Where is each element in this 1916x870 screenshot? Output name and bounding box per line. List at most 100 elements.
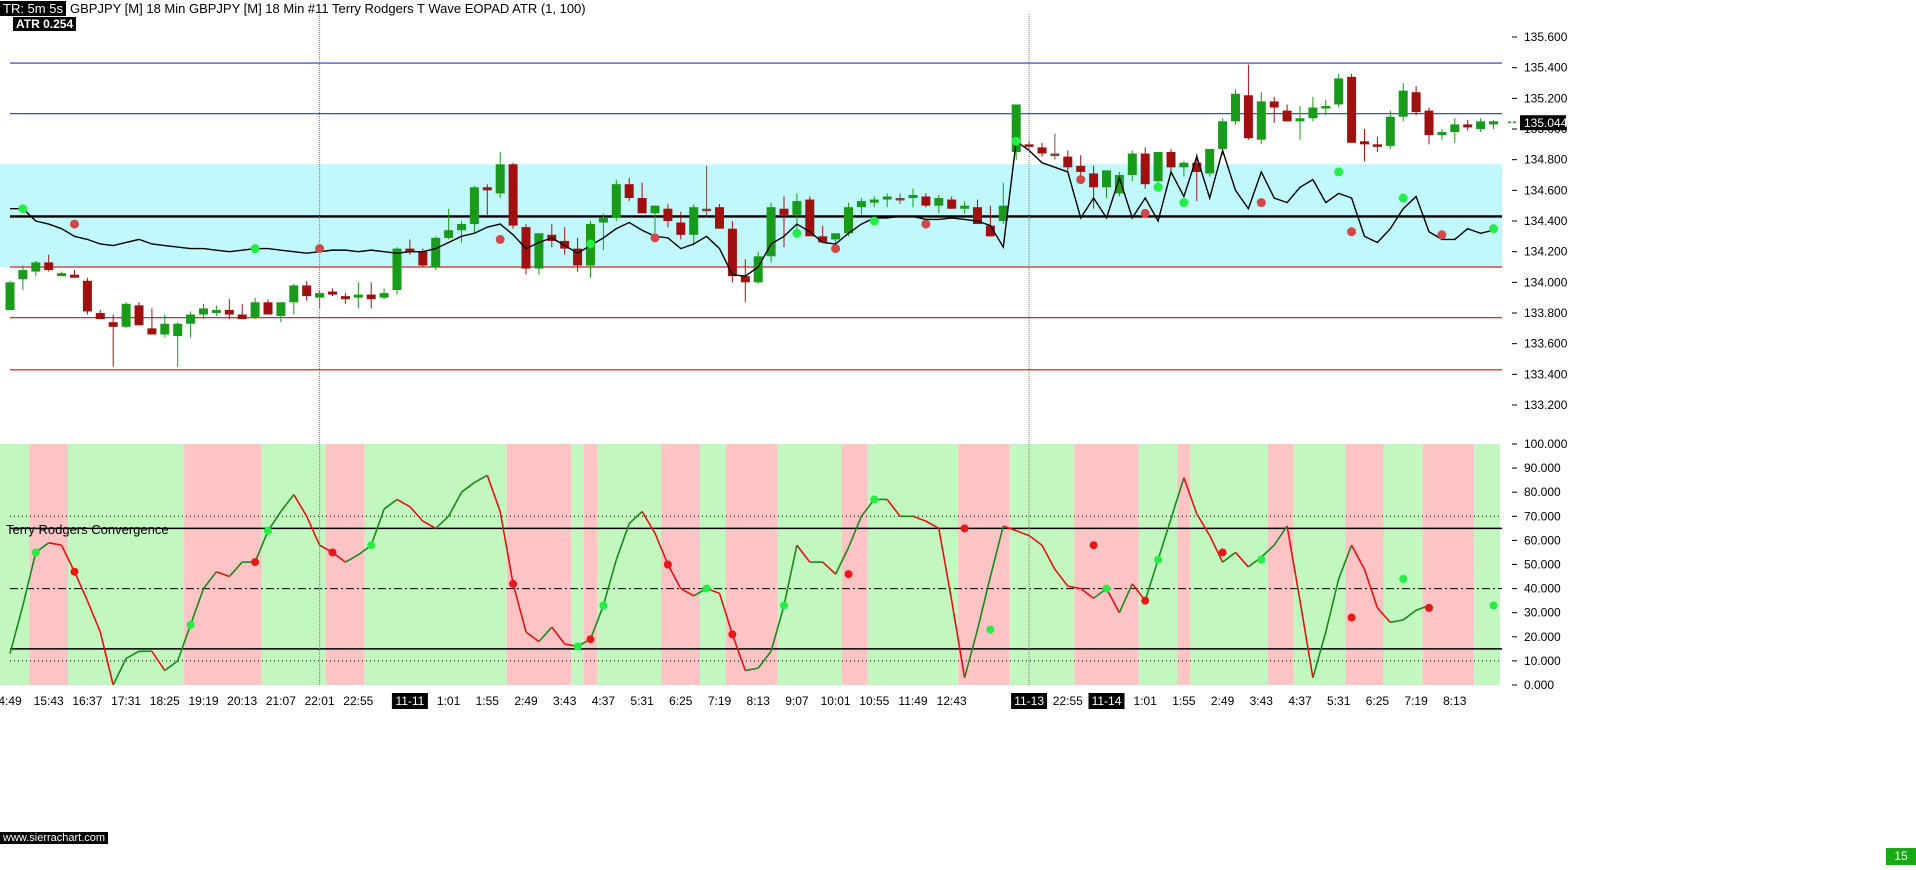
- candle: [1360, 129, 1369, 162]
- convergence-sell-marker: [663, 560, 672, 569]
- convergence-sell-marker: [70, 567, 79, 576]
- candle-body: [676, 222, 686, 235]
- convergence-tick-label: 10.000: [1524, 654, 1561, 668]
- time-tick-label: 2:49: [1211, 694, 1235, 708]
- candle-body: [173, 323, 183, 336]
- time-tick-label: 5:31: [1327, 694, 1351, 708]
- candle-body: [392, 248, 402, 290]
- convergence-sell-marker: [1141, 596, 1150, 605]
- candle: [611, 179, 621, 221]
- buy-marker: [869, 216, 879, 226]
- candle-body: [1450, 124, 1460, 133]
- time-tick-label: 11-11: [395, 694, 424, 708]
- candle-body: [1153, 152, 1163, 182]
- convergence-buy-marker: [573, 642, 582, 651]
- candle-body: [250, 302, 260, 318]
- time-tick-label: 4:37: [1288, 694, 1312, 708]
- candle: [302, 280, 312, 301]
- convergence-buy-marker: [1257, 555, 1266, 564]
- convergence-tick-label: 80.000: [1524, 485, 1561, 499]
- buy-marker: [1011, 136, 1021, 146]
- candle-body: [482, 187, 492, 191]
- candle: [237, 303, 247, 320]
- candle: [211, 305, 221, 317]
- convergence-tick-label: 90.000: [1524, 461, 1561, 475]
- candle: [1308, 96, 1318, 122]
- candle: [173, 322, 183, 367]
- candle-body: [44, 262, 54, 271]
- candle-body: [353, 294, 363, 298]
- convergence-tick-label: 20.000: [1524, 630, 1561, 644]
- sell-marker: [921, 219, 931, 229]
- sell-marker: [650, 233, 660, 243]
- candle-body: [1437, 132, 1447, 136]
- candle-body: [1089, 173, 1099, 188]
- price-tick-label: 134.400: [1524, 214, 1568, 228]
- candle: [392, 247, 402, 295]
- time-tick-label: 8:13: [1443, 694, 1467, 708]
- candle-body: [199, 308, 208, 315]
- candle-body: [1140, 153, 1150, 185]
- candle-body: [740, 276, 750, 283]
- subgraph-title: Terry Rodgers Convergence: [6, 522, 169, 537]
- candle-body: [108, 322, 118, 327]
- convergence-sell-marker: [328, 548, 337, 557]
- time-tick-label: 20:13: [227, 694, 257, 708]
- time-tick-label: 4:49: [0, 694, 22, 708]
- candle: [1269, 96, 1279, 123]
- candle: [1372, 136, 1382, 152]
- price-tick-label: 134.000: [1524, 275, 1568, 289]
- candle-body: [702, 208, 712, 212]
- candle-body: [1489, 121, 1498, 125]
- candle-body: [31, 262, 41, 272]
- candle-body: [1076, 165, 1086, 172]
- convergence-axis: 100.000 90.000 80.000 70.000 60.000 50.000 40.…: [1512, 437, 1568, 692]
- candle: [1437, 129, 1447, 140]
- candle: [366, 282, 376, 309]
- time-tick-label: 2:49: [514, 694, 538, 708]
- sell-marker: [831, 244, 841, 254]
- candle-body: [431, 237, 441, 267]
- candle-body: [805, 199, 815, 237]
- candle: [1050, 133, 1060, 160]
- candle: [1334, 73, 1344, 108]
- candle-body: [1179, 162, 1189, 168]
- price-tick-label: 135.400: [1524, 61, 1568, 75]
- convergence-sell-marker: [1089, 541, 1098, 550]
- convergence-tick-label: 60.000: [1524, 533, 1561, 547]
- convergence-buy-marker: [986, 625, 995, 634]
- candle-body: [1269, 101, 1279, 108]
- time-tick-label: 3:43: [1250, 694, 1274, 708]
- candle: [108, 314, 118, 367]
- buy-marker: [250, 244, 260, 254]
- price-tick-label: 134.800: [1524, 153, 1568, 167]
- candle-body: [82, 280, 92, 312]
- candle-body: [379, 293, 389, 298]
- convergence-tick-label: 0.000: [1524, 678, 1554, 692]
- candle-body: [70, 274, 79, 278]
- sell-marker: [70, 219, 79, 229]
- candle-body: [1243, 95, 1253, 139]
- candle: [1385, 110, 1395, 149]
- candle-body: [444, 230, 454, 238]
- time-tick-label: 6:25: [669, 694, 693, 708]
- candle: [1398, 83, 1408, 122]
- chart-canvas[interactable]: 135.600135.400135.200135.000134.800134.6…: [0, 0, 1916, 865]
- sell-marker: [1437, 230, 1447, 240]
- convergence-sell-marker: [1218, 548, 1227, 557]
- candle-body: [134, 305, 144, 326]
- candle-body: [1360, 141, 1369, 145]
- time-tick-label: 7:19: [708, 694, 732, 708]
- convergence-buy-marker: [780, 601, 788, 610]
- price-tick-label: 133.600: [1524, 337, 1568, 351]
- convergence-buy-marker: [1489, 601, 1498, 610]
- candle: [263, 299, 273, 315]
- time-tick-label: 16:37: [72, 694, 102, 708]
- candle: [715, 204, 724, 229]
- time-tick-label: 17:31: [111, 694, 141, 708]
- time-tick-label: 11-14: [1092, 694, 1122, 708]
- candle-body: [418, 251, 428, 266]
- convergence-tick-label: 70.000: [1524, 509, 1561, 523]
- convergence-buy-marker: [1154, 555, 1163, 564]
- candle-body: [611, 184, 621, 218]
